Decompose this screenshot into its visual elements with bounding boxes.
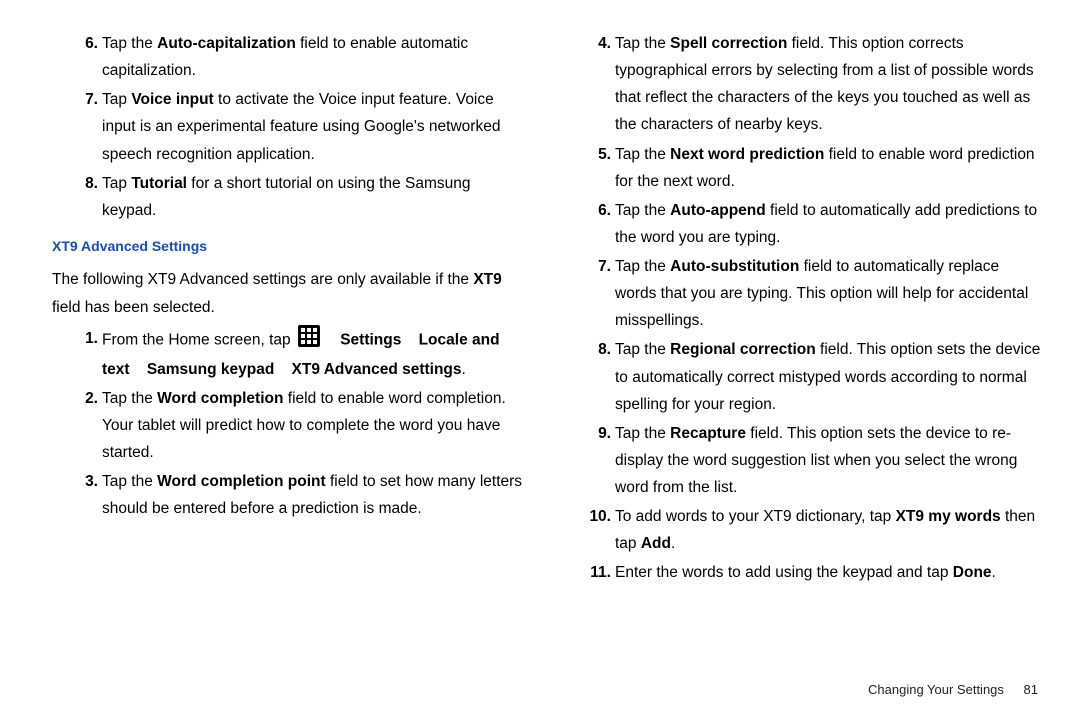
left-column: 6.Tap the Auto-capitalization field to e… bbox=[52, 30, 529, 589]
page-footer: Changing Your Settings 81 bbox=[868, 679, 1038, 702]
list-number: 7. bbox=[565, 253, 615, 334]
list-number: 8. bbox=[565, 336, 615, 417]
list-item: 5.Tap the Next word prediction field to … bbox=[565, 141, 1042, 195]
list-item: 3.Tap the Word completion point field to… bbox=[52, 468, 529, 522]
list-number: 10. bbox=[565, 503, 615, 557]
list-number: 1. bbox=[52, 325, 102, 383]
list-number: 6. bbox=[52, 30, 102, 84]
list-number: 4. bbox=[565, 30, 615, 139]
list-number: 5. bbox=[565, 141, 615, 195]
list-item: 4.Tap the Spell correction field. This o… bbox=[565, 30, 1042, 139]
list-item: 10.To add words to your XT9 dictionary, … bbox=[565, 503, 1042, 557]
list-item: 2.Tap the Word completion field to enabl… bbox=[52, 385, 529, 466]
list-item: 7.Tap the Auto-substitution field to aut… bbox=[565, 253, 1042, 334]
apps-grid-icon bbox=[298, 325, 320, 356]
list-number: 11. bbox=[565, 559, 615, 586]
list-number: 3. bbox=[52, 468, 102, 522]
list-item: 8.Tap Tutorial for a short tutorial on u… bbox=[52, 170, 529, 224]
list-item: 9.Tap the Recapture field. This option s… bbox=[565, 420, 1042, 501]
right-column: 4.Tap the Spell correction field. This o… bbox=[565, 30, 1042, 589]
list-item: 11.Enter the words to add using the keyp… bbox=[565, 559, 1042, 586]
list-number: 7. bbox=[52, 86, 102, 167]
xt9-intro: The following XT9 Advanced settings are … bbox=[52, 266, 529, 320]
list-item: 6.Tap the Auto-append field to automatic… bbox=[565, 197, 1042, 251]
list-number: 6. bbox=[565, 197, 615, 251]
footer-page: 81 bbox=[1024, 682, 1038, 697]
list-number: 9. bbox=[565, 420, 615, 501]
list-item: 6.Tap the Auto-capitalization field to e… bbox=[52, 30, 529, 84]
xt9-heading: XT9 Advanced Settings bbox=[52, 234, 529, 259]
list-item: 8.Tap the Regional correction field. Thi… bbox=[565, 336, 1042, 417]
footer-section: Changing Your Settings bbox=[868, 682, 1004, 697]
list-item: 7.Tap Voice input to activate the Voice … bbox=[52, 86, 529, 167]
list-item: 1.From the Home screen, tap Settings Loc… bbox=[52, 325, 529, 383]
list-number: 2. bbox=[52, 385, 102, 466]
list-number: 8. bbox=[52, 170, 102, 224]
